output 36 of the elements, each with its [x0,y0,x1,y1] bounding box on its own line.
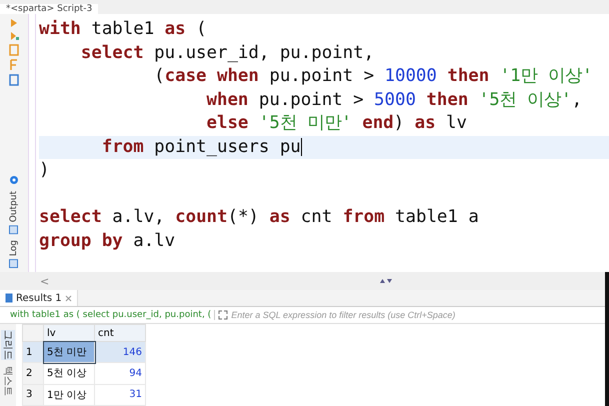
results-icon [5,293,13,303]
close-icon[interactable] [64,294,72,302]
code-line: (case when pu.point > 10000 then '1만 이상' [153,65,594,88]
row-number: 2 [22,362,44,384]
code-line: group by a.lv [39,230,176,252]
expand-icon[interactable] [218,310,228,320]
table-cell: 146 [94,342,146,363]
format-icon[interactable] [9,59,19,71]
table-cell: 31 [94,384,146,406]
table-cell: 1만 이상 [44,384,94,406]
side-tab[interactable]: Log [9,240,19,268]
results-tab[interactable]: Results 1 [0,290,78,306]
column-header[interactable]: lv [44,324,94,342]
maximize-arrows-icon[interactable] [379,278,393,284]
panel-icon [10,224,18,234]
side-tab[interactable]: Output [9,190,19,234]
run-icon[interactable] [9,18,19,28]
code-line: select pu.user_id, pu.point, [80,42,376,64]
row-number: 3 [22,384,44,406]
panel-icon [10,259,18,268]
table-cell: 5천 이상 [44,362,94,384]
view-tab[interactable]: 그리드 [1,330,15,360]
code-line: with table1 as ( [39,18,208,41]
table-cell: 5천 미만 [44,342,94,363]
table-cell: 94 [94,362,146,384]
editor-tab[interactable]: *<sparta> Script-3 [0,4,98,14]
column-header[interactable]: cnt [94,324,146,342]
run-step-icon[interactable] [9,31,19,41]
code-line: select a.lv, count(*) as cnt from table1 a [39,206,480,229]
code-line: else '5천 미만' end) as lv [206,112,468,135]
gear-icon[interactable] [9,174,19,185]
view-tab[interactable]: 텍스트 [1,366,15,396]
code-line: when pu.point > 5000 then '5천 이상', [206,88,584,112]
code-line: ) [39,159,50,182]
row-number: 1 [22,342,44,363]
query-text: with table1 as ( select pu.user_id, pu.point, ( [10,310,216,320]
